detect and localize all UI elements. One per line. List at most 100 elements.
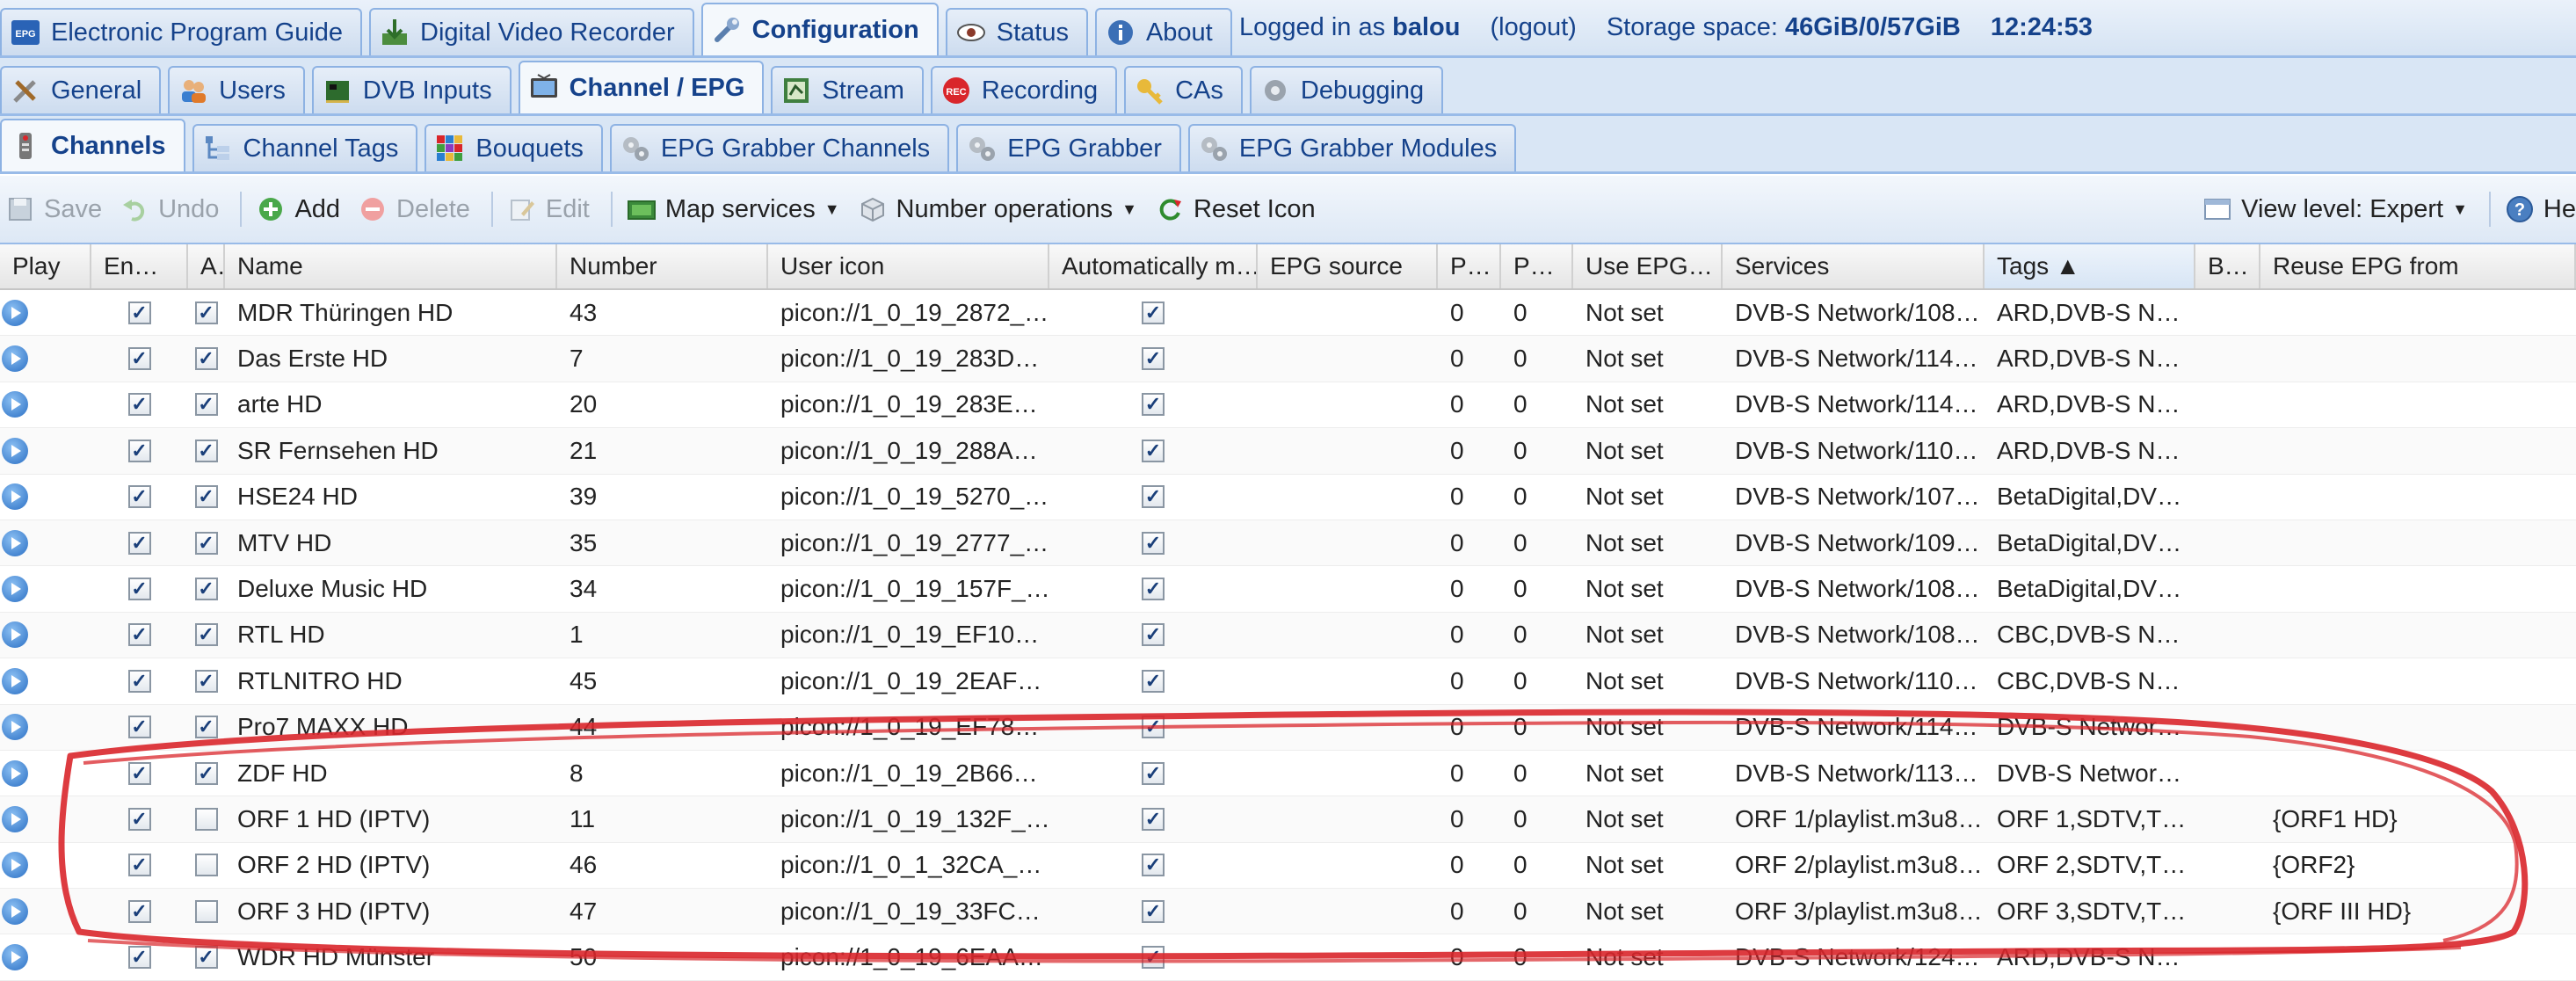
cell-col-epg-source[interactable] (1258, 336, 1438, 381)
cell-col-reuse-epg[interactable] (2260, 566, 2576, 611)
cell-col-reuse-epg[interactable] (2260, 520, 2576, 565)
config-tab-stream[interactable]: Stream (771, 66, 924, 113)
cell-col-name[interactable]: ORF 1 HD (IPTV) (225, 796, 557, 841)
auto-map-checkbox[interactable]: ✓ (1142, 347, 1165, 371)
cell-col-auto-epg[interactable]: ✓ (188, 613, 225, 658)
header-col-number[interactable]: Number (557, 244, 768, 288)
cell-col-epg-source[interactable] (1258, 613, 1438, 658)
cell-col-priority[interactable]: 0 (1438, 658, 1501, 703)
cell-col-use-epg[interactable]: Not set (1573, 475, 1723, 520)
tab-digital-video-recorder[interactable]: Digital Video Recorder (369, 8, 694, 55)
header-col-user-icon[interactable]: User icon (768, 244, 1049, 288)
auto-map-checkbox[interactable]: ✓ (1142, 761, 1165, 785)
cell-col-priority2[interactable]: 0 (1501, 520, 1573, 565)
config-tab-cas[interactable]: CAs (1124, 66, 1243, 113)
cell-col-auto-epg[interactable]: ✓ (188, 751, 225, 796)
delete-button[interactable]: Delete (352, 185, 483, 234)
cell-col-priority[interactable]: 0 (1438, 382, 1501, 427)
cell-col-bouquet[interactable] (2195, 843, 2260, 888)
map-services-button[interactable]: Map services ▼ (621, 185, 853, 234)
auto-epg-checkbox[interactable]: ✓ (194, 946, 218, 970)
cell-col-priority[interactable]: 0 (1438, 428, 1501, 473)
config-tab-debugging[interactable]: Debugging (1249, 66, 1444, 113)
table-row[interactable]: ✓ ORF 2 HD (IPTV) 46 picon://1_0_1_32CA_… ✓ 0… (0, 843, 2576, 890)
auto-map-checkbox[interactable]: ✓ (1142, 485, 1165, 509)
auto-epg-checkbox[interactable]: ✓ (194, 623, 218, 647)
auto-epg-checkbox[interactable]: ✓ (194, 761, 218, 785)
cell-col-use-epg[interactable]: Not set (1573, 520, 1723, 565)
cell-col-priority2[interactable]: 0 (1501, 751, 1573, 796)
cell-col-priority2[interactable]: 0 (1501, 705, 1573, 750)
auto-epg-checkbox[interactable]: ✓ (194, 485, 218, 509)
cell-col-enabled[interactable]: ✓ (91, 934, 188, 979)
cell-col-auto-epg[interactable]: ✓ (188, 336, 225, 381)
cell-col-automatically-map[interactable]: ✓ (1049, 843, 1258, 888)
cell-col-bouquet[interactable] (2195, 475, 2260, 520)
cell-col-priority2[interactable]: 0 (1501, 796, 1573, 841)
cell-col-tags[interactable]: DVB-S Networ… (1985, 751, 2195, 796)
cell-col-number[interactable]: 46 (557, 843, 768, 888)
cell-col-automatically-map[interactable]: ✓ (1049, 934, 1258, 979)
cell-col-priority2[interactable]: 0 (1501, 428, 1573, 473)
auto-map-checkbox[interactable]: ✓ (1142, 807, 1165, 831)
cell-col-use-epg[interactable]: Not set (1573, 934, 1723, 979)
cell-col-priority[interactable]: 0 (1438, 566, 1501, 611)
cell-col-services[interactable]: DVB-S Network/114… (1723, 382, 1985, 427)
cell-col-bouquet[interactable] (2195, 889, 2260, 934)
subtab-channels[interactable]: Channels (0, 119, 185, 171)
play-icon[interactable] (2, 299, 28, 326)
cell-col-enabled[interactable]: ✓ (91, 382, 188, 427)
cell-col-bouquet[interactable] (2195, 934, 2260, 979)
cell-col-epg-source[interactable] (1258, 843, 1438, 888)
cell-col-tags[interactable]: ARD,DVB-S N… (1985, 290, 2195, 335)
cell-col-user-icon[interactable]: picon://1_0_1_32CA_… (768, 843, 1049, 888)
cell-col-use-epg[interactable]: Not set (1573, 751, 1723, 796)
enabled-checkbox[interactable]: ✓ (127, 393, 151, 417)
cell-col-use-epg[interactable]: Not set (1573, 658, 1723, 703)
play-icon[interactable] (2, 621, 28, 649)
cell-col-epg-source[interactable] (1258, 796, 1438, 841)
cell-col-services[interactable]: DVB-S Network/113… (1723, 751, 1985, 796)
cell-col-services[interactable]: DVB-S Network/114… (1723, 705, 1985, 750)
cell-col-use-epg[interactable]: Not set (1573, 613, 1723, 658)
table-row[interactable]: ✓ ✓ RTLNITRO HD 45 picon://1_0_19_2EAF… ✓ 0 0 No… (0, 658, 2576, 705)
auto-map-checkbox[interactable]: ✓ (1142, 578, 1165, 601)
tab-electronic-program-guide[interactable]: EPG Electronic Program Guide (0, 8, 363, 55)
cell-col-reuse-epg[interactable] (2260, 290, 2576, 335)
cell-col-enabled[interactable]: ✓ (91, 428, 188, 473)
cell-col-services[interactable]: ORF 3/playlist.m3u8… (1723, 889, 1985, 934)
cell-col-number[interactable]: 45 (557, 658, 768, 703)
cell-col-use-epg[interactable]: Not set (1573, 290, 1723, 335)
cell-col-number[interactable]: 1 (557, 613, 768, 658)
enabled-checkbox[interactable]: ✓ (127, 807, 151, 831)
cell-col-services[interactable]: ORF 1/playlist.m3u8… (1723, 796, 1985, 841)
cell-col-play[interactable] (0, 290, 91, 335)
subtab-epg-grabber-modules[interactable]: EPG Grabber Modules (1187, 124, 1517, 171)
cell-col-number[interactable]: 35 (557, 520, 768, 565)
cell-col-tags[interactable]: ORF 3,SDTV,T… (1985, 889, 2195, 934)
cell-col-services[interactable]: DVB-S Network/109… (1723, 520, 1985, 565)
header-col-services[interactable]: Services (1723, 244, 1985, 288)
cell-col-enabled[interactable]: ✓ (91, 705, 188, 750)
auto-map-checkbox[interactable]: ✓ (1142, 439, 1165, 462)
cell-col-reuse-epg[interactable] (2260, 382, 2576, 427)
cell-col-use-epg[interactable]: Not set (1573, 566, 1723, 611)
cell-col-play[interactable] (0, 613, 91, 658)
enabled-checkbox[interactable]: ✓ (127, 854, 151, 877)
cell-col-automatically-map[interactable]: ✓ (1049, 520, 1258, 565)
reset-icon-button[interactable]: Reset Icon (1150, 185, 1328, 234)
cell-col-services[interactable]: DVB-S Network/108… (1723, 290, 1985, 335)
cell-col-name[interactable]: WDR HD Münster (225, 934, 557, 979)
cell-col-number[interactable]: 21 (557, 428, 768, 473)
table-row[interactable]: ✓ ✓ RTL HD 1 picon://1_0_19_EF10… ✓ 0 0 Not set D… (0, 612, 2576, 659)
cell-col-play[interactable] (0, 751, 91, 796)
cell-col-enabled[interactable]: ✓ (91, 658, 188, 703)
cell-col-tags[interactable]: ARD,DVB-S N… (1985, 428, 2195, 473)
cell-col-services[interactable]: DVB-S Network/114… (1723, 336, 1985, 381)
view-level-button[interactable]: View level: Expert ▼ (2197, 185, 2480, 234)
cell-col-automatically-map[interactable]: ✓ (1049, 658, 1258, 703)
cell-col-user-icon[interactable]: picon://1_0_19_288A… (768, 428, 1049, 473)
edit-button[interactable]: Edit (502, 185, 602, 234)
cell-col-priority[interactable]: 0 (1438, 796, 1501, 841)
cell-col-priority2[interactable]: 0 (1501, 658, 1573, 703)
